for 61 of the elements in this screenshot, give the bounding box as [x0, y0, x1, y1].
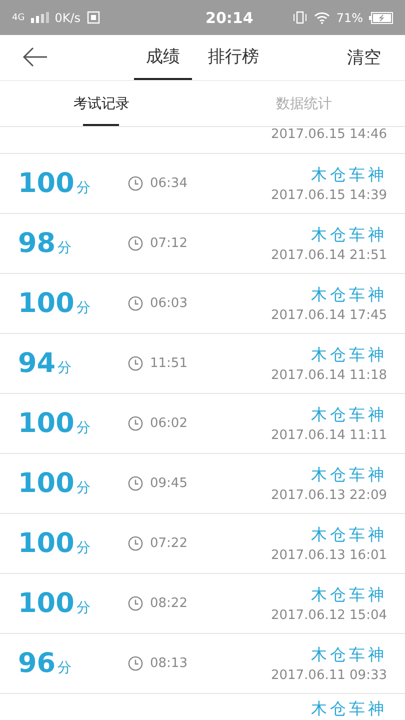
score: 100 分 — [18, 588, 92, 619]
vibrate-icon — [292, 11, 308, 24]
clock-icon — [128, 596, 143, 611]
record-title: 木仓车神 — [311, 344, 387, 366]
clock-time: 20:14 — [206, 8, 254, 26]
record-date: 2017.06.14 17:45 — [270, 308, 387, 322]
record-date: 2017.06.13 22:09 — [270, 488, 387, 502]
signal-icon — [30, 12, 49, 23]
record-date: 2017.06.15 14:46 — [270, 127, 387, 142]
clock-icon — [128, 476, 143, 491]
score: 98 分 — [18, 228, 73, 259]
duration: 06:02 — [150, 416, 188, 431]
record-date: 2017.06.11 09:33 — [270, 668, 387, 682]
record-title: 木仓车神 — [311, 699, 387, 720]
duration: 09:45 — [150, 476, 188, 491]
record-title: 木仓车神 — [311, 584, 387, 606]
tab[interactable]: 成绩 — [134, 35, 192, 80]
score: 100 分 — [18, 468, 92, 499]
record-date: 2017.06.14 11:11 — [270, 428, 387, 442]
duration: 08:13 — [150, 656, 188, 671]
wifi-icon — [314, 12, 330, 24]
record-title: 木仓车神 — [311, 164, 387, 186]
clock-icon — [128, 536, 143, 551]
back-arrow-icon[interactable] — [22, 47, 48, 67]
record-title: 木仓车神 — [311, 524, 387, 546]
record-date: 2017.06.12 15:04 — [270, 608, 387, 622]
score: 94 分 — [18, 348, 73, 379]
notification-icon — [86, 11, 100, 24]
record-title: 木仓车神 — [311, 464, 387, 486]
battery-icon — [369, 12, 393, 24]
speed-label: 0K/s — [54, 10, 81, 24]
clock-icon — [128, 356, 143, 371]
clock-icon — [128, 656, 143, 671]
score: 100 分 — [18, 288, 92, 319]
record-title: 木仓车神 — [311, 284, 387, 306]
clock-icon — [128, 236, 143, 251]
record-title: 木仓车神 — [311, 404, 387, 426]
clock-icon — [128, 416, 143, 431]
duration: 06:34 — [150, 176, 188, 191]
score: 100 分 — [18, 528, 92, 559]
score: 100 分 — [18, 168, 92, 199]
record-date: 2017.06.13 16:01 — [270, 548, 387, 562]
record-title: 木仓车神 — [311, 644, 387, 666]
duration: 06:03 — [150, 296, 188, 311]
clock-icon — [128, 296, 143, 311]
network-label: 4G — [12, 12, 25, 22]
duration: 07:22 — [150, 536, 188, 551]
score: 100 分 — [18, 408, 92, 439]
duration: 07:12 — [150, 236, 188, 251]
record-date: 2017.06.14 11:18 — [270, 368, 387, 382]
duration: 11:51 — [150, 356, 188, 371]
subtab[interactable]: 考试记录 — [0, 81, 202, 126]
record-date: 2017.06.15 14:39 — [270, 188, 387, 202]
tab[interactable]: 排行榜 — [196, 35, 271, 80]
duration: 08:22 — [150, 596, 188, 611]
clear-button[interactable]: 清空 — [341, 35, 387, 80]
record-title: 木仓车神 — [311, 224, 387, 246]
battery-label: 71% — [336, 10, 363, 24]
record-date: 2017.06.14 21:51 — [270, 248, 387, 262]
score: 96 分 — [18, 648, 73, 679]
clock-icon — [128, 176, 143, 191]
